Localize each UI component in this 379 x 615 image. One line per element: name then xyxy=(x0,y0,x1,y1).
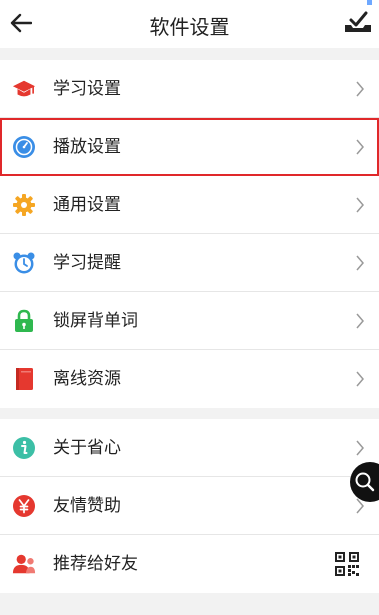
chevron-right-icon xyxy=(356,371,364,387)
gear-icon xyxy=(12,193,36,217)
qr-code-icon[interactable] xyxy=(335,552,359,576)
settings-item-label: 关于省心 xyxy=(53,438,121,458)
check-tray-icon xyxy=(345,0,372,32)
compass-icon xyxy=(12,135,36,159)
search-icon xyxy=(355,472,375,492)
chevron-right-icon xyxy=(356,139,364,155)
settings-item-label: 学习设置 xyxy=(53,79,121,99)
chevron-right-icon xyxy=(356,255,364,271)
settings-item-share[interactable]: 推荐给好友 xyxy=(0,535,379,593)
yen-icon xyxy=(12,494,36,518)
chevron-right-icon xyxy=(356,440,364,456)
settings-group-main: 学习设置 播放设置 通用设置 学习提醒 锁屏背单词 离线资源 xyxy=(0,60,379,408)
lock-icon xyxy=(12,309,36,333)
settings-item-playback[interactable]: 播放设置 xyxy=(0,118,379,176)
page-title: 软件设置 xyxy=(149,15,230,39)
settings-group-about: 关于省心 友情赞助 推荐给好友 xyxy=(0,419,379,593)
settings-item-label: 友情赞助 xyxy=(53,496,121,516)
settings-item-label: 学习提醒 xyxy=(53,253,121,273)
settings-item-label: 播放设置 xyxy=(53,137,121,157)
settings-item-label: 离线资源 xyxy=(53,369,121,389)
settings-item-label: 通用设置 xyxy=(53,195,121,215)
chevron-right-icon xyxy=(356,81,364,97)
settings-item-about[interactable]: 关于省心 xyxy=(0,419,379,477)
settings-item-sponsor[interactable]: 友情赞助 xyxy=(0,477,379,535)
settings-item-study[interactable]: 学习设置 xyxy=(0,60,379,118)
top-bar: 软件设置 xyxy=(0,0,379,48)
settings-item-lockscreen[interactable]: 锁屏背单词 xyxy=(0,292,379,350)
chevron-right-icon xyxy=(356,313,364,329)
settings-item-label: 推荐给好友 xyxy=(53,554,138,574)
settings-item-offline[interactable]: 离线资源 xyxy=(0,350,379,408)
check-tray-button[interactable] xyxy=(343,0,373,36)
graduation-cap-icon xyxy=(12,77,36,101)
share-user-icon xyxy=(12,552,36,576)
alarm-clock-icon xyxy=(12,251,36,275)
book-icon xyxy=(12,367,36,391)
settings-item-label: 锁屏背单词 xyxy=(53,311,138,331)
settings-item-general[interactable]: 通用设置 xyxy=(0,176,379,234)
info-icon xyxy=(12,436,36,460)
chevron-right-icon xyxy=(356,197,364,213)
settings-item-reminder[interactable]: 学习提醒 xyxy=(0,234,379,292)
